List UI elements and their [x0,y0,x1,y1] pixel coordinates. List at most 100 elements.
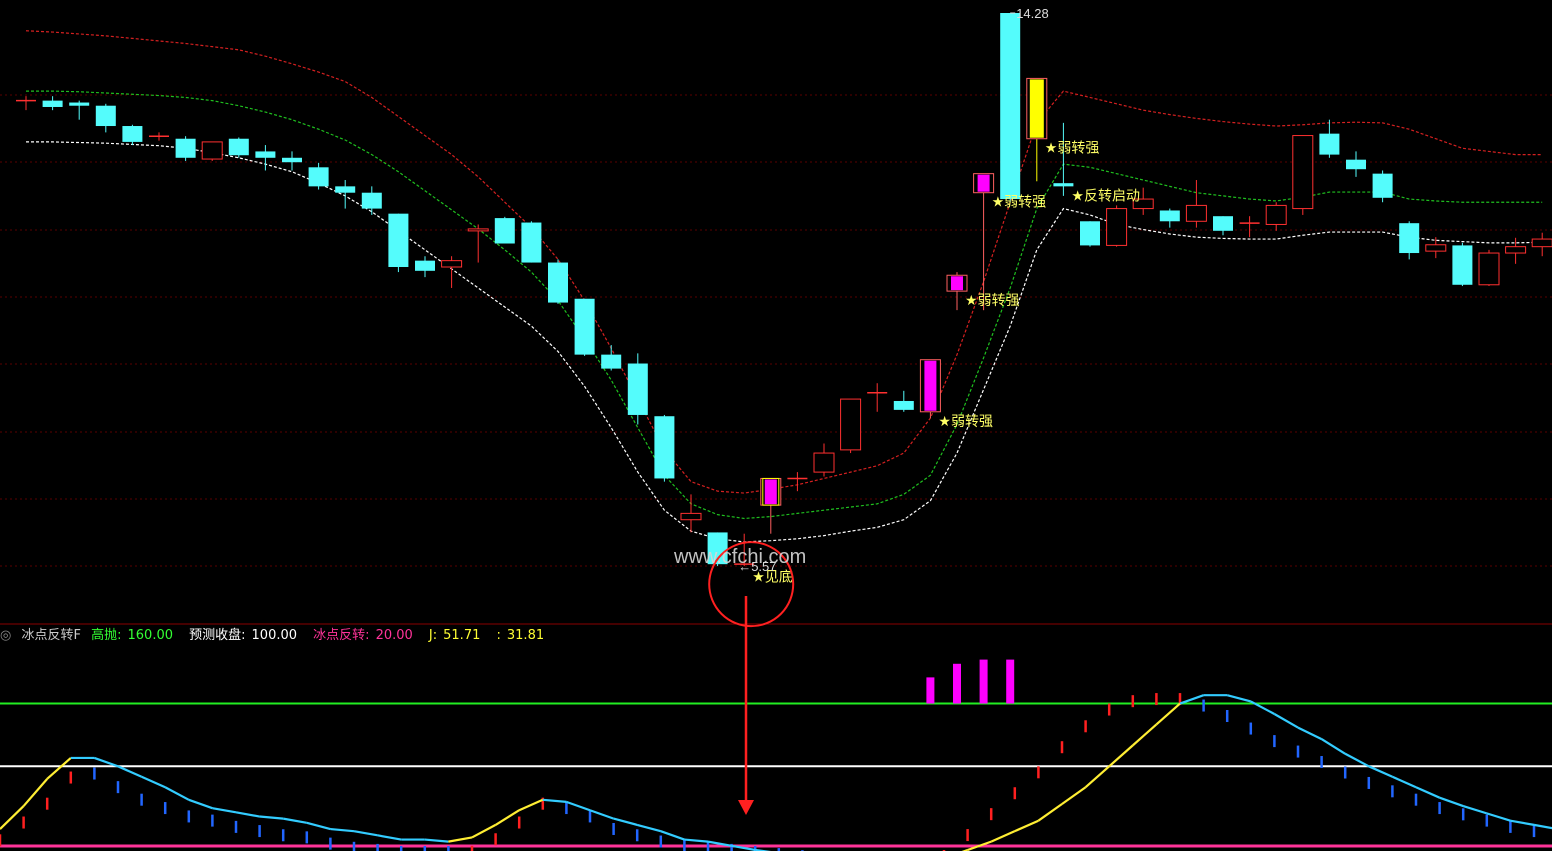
lower-envelope-line [26,141,1543,543]
signal-bar [979,659,988,704]
candle [1531,232,1552,257]
candle [308,162,329,190]
j-line-segment [636,823,662,833]
candle [654,414,675,482]
candle [388,213,409,273]
j-line-segment [424,838,449,843]
candle [1265,202,1287,231]
j-line-segment [1226,694,1252,703]
j-line-segment [283,817,307,824]
j-line-segment [566,800,591,812]
candle-body [122,126,143,142]
candle-body-fill [977,174,990,192]
candle-body [308,167,329,187]
candle [415,256,435,278]
candle [893,390,914,412]
candle [1292,135,1314,215]
j-line-segment [518,798,544,812]
signal-label: ★弱转强 [1045,141,1100,157]
candle-body [1425,244,1447,252]
candle-body [680,512,702,521]
signal-label: ★弱转强 [992,195,1047,211]
candle [1399,221,1420,260]
stock-chart: ★见底★弱转强★弱转强★弱转强★弱转强★反转启动 14.28 ←5.57 [0,6,1552,851]
j-line-segment [1510,819,1535,826]
indicator-item-forecast: 预测收盘: 100.00 [189,628,298,643]
indicator-item-extra: :31.81 [496,628,545,643]
candle [201,141,223,161]
j-line-segment [1486,812,1511,822]
candle-body [893,400,914,410]
j-line-segment [94,756,119,768]
j-line-segment [495,809,520,826]
signal-label: ★反转启动 [1071,188,1140,204]
candle [521,221,542,263]
upper-envelope-line [25,30,1543,494]
j-line-segment [1132,723,1158,747]
j-line-segment [1108,744,1134,768]
candle-body [1478,252,1500,286]
j-line-segment [1297,726,1323,741]
j-line-segment [377,834,402,841]
indicator-item-j: J: 51.71 [428,628,481,643]
candle [467,224,489,263]
candle [335,180,356,209]
candle [16,96,36,111]
candle [1213,216,1233,236]
candle [1000,13,1021,203]
candle-body [1000,13,1021,200]
candle [1452,242,1473,287]
candle [574,298,595,356]
j-line-segment [1415,786,1441,799]
j-line-segment [235,811,260,818]
candle-body [1505,246,1527,254]
j-line-segment [188,798,213,810]
j-line-segment [1391,775,1417,789]
candle-body [95,105,116,127]
j-line-segment [117,765,143,778]
candle-body [1106,208,1128,246]
candle-body [255,151,276,158]
j-line-segment [164,786,190,801]
candle [919,359,941,419]
candle-body-fill [764,479,777,505]
candle [175,136,196,161]
candle-body [1053,183,1074,187]
high-price-label: 14.28 [1016,6,1049,21]
candle-body [1399,223,1420,254]
candle-body [1292,135,1314,210]
j-line-segment [1344,752,1370,768]
candle-body [494,218,515,244]
candle [946,272,968,311]
j-line-segment [1014,819,1039,833]
j-line-segment [589,809,614,820]
candle-body [574,298,595,355]
candle-body [1159,210,1180,222]
j-line-segment [141,775,166,789]
candle-body [388,213,409,267]
j-line-segment [684,838,709,843]
j-line-segment [1155,702,1181,726]
candle-body [69,102,90,106]
candle [494,216,515,244]
j-line-segment [1061,786,1087,805]
candle-body [1213,216,1233,231]
signal-label: ★弱转强 [965,293,1020,309]
indicator-header: ◎ 冰点反转F 高抛: 160.00 预测收盘: 100.00 冰点反转: 20.00… [0,626,556,646]
indicator-name: 冰点反转F [21,628,81,643]
candle [1505,237,1527,264]
signal-label: ★弱转强 [938,414,993,430]
candle-body [548,262,568,303]
candle [1159,208,1180,228]
candle [42,96,63,111]
j-line-segment [1368,765,1393,778]
candle-body [1080,221,1100,246]
candle-body-fill [1029,79,1044,138]
candle [787,472,808,492]
candle-body [415,260,435,271]
candle-body [441,260,463,268]
watermark: www.cfchi.com [674,546,807,568]
j-line-segment [1084,765,1110,789]
settings-icon[interactable]: ◎ [0,628,11,643]
candle [601,345,622,371]
